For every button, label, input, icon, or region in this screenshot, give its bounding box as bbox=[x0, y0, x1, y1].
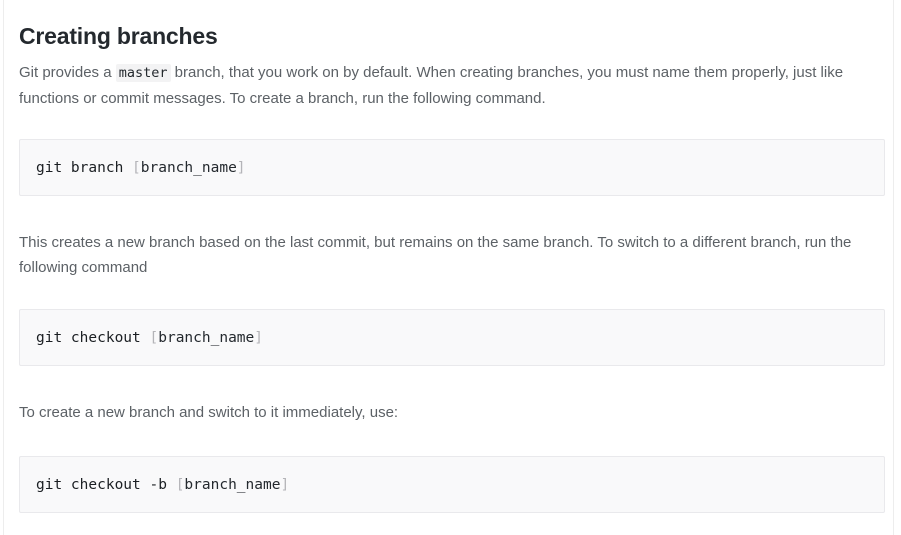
code-block-git-checkout[interactable]: git checkout [branch_name] bbox=[19, 309, 885, 366]
code-block-git-branch[interactable]: git branch [branch_name] bbox=[19, 139, 885, 196]
documentation-page: Creating branches Git provides a master … bbox=[0, 0, 901, 535]
code-command: git checkout -b bbox=[36, 476, 176, 493]
paragraph-intro: Git provides a master branch, that you w… bbox=[19, 60, 885, 111]
code-line: git checkout -b [branch_name] bbox=[36, 475, 289, 495]
code-close-bracket: ] bbox=[254, 329, 263, 346]
code-argument: branch_name bbox=[140, 159, 237, 176]
code-line: git checkout [branch_name] bbox=[36, 328, 263, 348]
code-close-bracket: ] bbox=[280, 476, 290, 493]
paragraph-switch-branch: This creates a new branch based on the l… bbox=[19, 234, 852, 276]
content-left-border bbox=[3, 0, 4, 535]
paragraph-create-and-switch: To create a new branch and switch to it … bbox=[19, 404, 399, 421]
code-command: git checkout bbox=[36, 329, 150, 346]
code-argument: branch_name bbox=[184, 476, 281, 493]
code-block-git-checkout-b[interactable]: git checkout -b [branch_name] bbox=[19, 456, 885, 513]
code-open-bracket: [ bbox=[149, 329, 159, 346]
inline-code-master: master bbox=[115, 64, 171, 82]
code-close-bracket: ] bbox=[236, 159, 246, 176]
paragraph-intro-text-before: Git provides a bbox=[19, 64, 116, 81]
code-line: git branch [branch_name] bbox=[36, 158, 246, 178]
code-command: git branch bbox=[36, 159, 133, 176]
page-title: Creating branches bbox=[19, 23, 218, 49]
code-argument: branch_name bbox=[158, 329, 255, 346]
content-right-border bbox=[893, 0, 894, 535]
code-open-bracket: [ bbox=[132, 159, 141, 176]
